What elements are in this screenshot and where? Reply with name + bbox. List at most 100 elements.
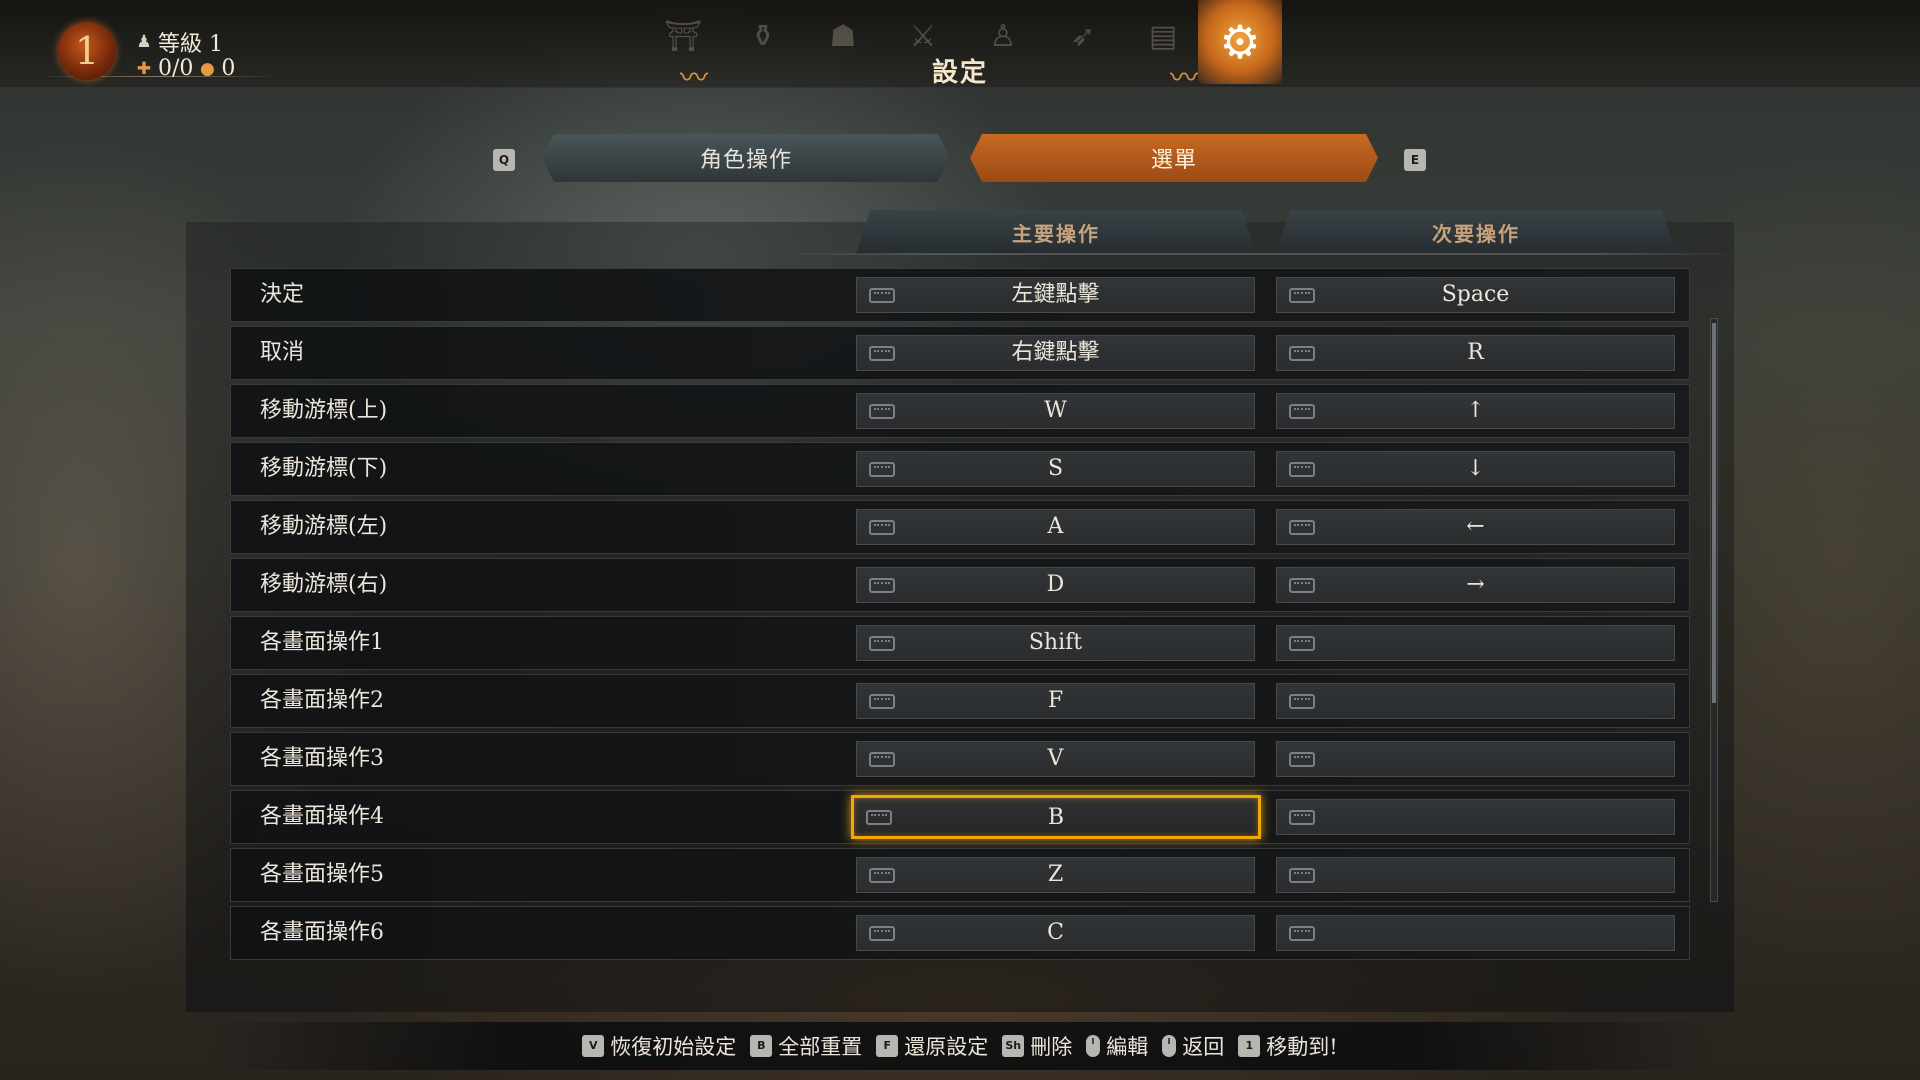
keyboard-icon [1289, 868, 1315, 883]
primary-binding[interactable]: D [856, 567, 1255, 603]
secondary-binding[interactable]: ← [1276, 509, 1675, 545]
keyboard-icon [1289, 694, 1315, 709]
action-label: 移動游標(左) [260, 514, 388, 539]
keyboard-icon [869, 346, 895, 361]
hint-label: 恢復初始設定 [610, 1035, 737, 1059]
scrollbar-thumb[interactable] [1712, 323, 1716, 703]
resources-line: ✚ 0/0 ● 0 [134, 56, 236, 81]
secondary-binding[interactable] [1276, 741, 1675, 777]
hint-edit[interactable]: 編輯 [1086, 1031, 1148, 1061]
keyboard-icon [866, 810, 892, 825]
key-v: V [582, 1035, 605, 1057]
tab-label: 選單 [1150, 148, 1197, 173]
secondary-key: ← [1466, 514, 1485, 539]
action-label: 各畫面操作5 [260, 862, 384, 887]
primary-binding[interactable]: V [856, 741, 1255, 777]
keyboard-icon [869, 694, 895, 709]
secondary-binding[interactable]: R [1276, 335, 1675, 371]
primary-binding[interactable]: Z [856, 857, 1255, 893]
action-label: 各畫面操作6 [260, 920, 384, 945]
action-label: 各畫面操作3 [260, 746, 384, 771]
secondary-binding[interactable] [1276, 857, 1675, 893]
hint-back[interactable]: 返回 [1162, 1031, 1224, 1061]
secondary-key: Space [1441, 282, 1510, 307]
secondary-binding[interactable] [1276, 625, 1675, 661]
bottom-hint-bar: V 恢復初始設定 B 全部重置 F 還原設定 Sh 刪除 編輯 返回 1 移動到… [200, 1022, 1720, 1070]
keyboard-icon [869, 636, 895, 651]
level-number: 1 [74, 29, 100, 73]
primary-binding[interactable]: W [856, 393, 1255, 429]
tab-character-controls[interactable]: 角色操作 [542, 134, 950, 182]
primary-binding[interactable]: 右鍵點擊 [856, 335, 1255, 371]
primary-binding[interactable]: 左鍵點擊 [856, 277, 1255, 313]
binding-row[interactable]: 決定 左鍵點擊 Space [230, 268, 1690, 322]
hint-reset-all[interactable]: B 全部重置 [750, 1031, 862, 1061]
page-title-area: 〰 設定 〰 [680, 52, 1240, 94]
resource-b-value: 0 [221, 56, 236, 81]
keyboard-icon [1289, 810, 1315, 825]
secondary-binding[interactable] [1276, 683, 1675, 719]
hint-label: 全部重置 [778, 1035, 863, 1059]
primary-key: A [1047, 514, 1064, 539]
tab-prev-key[interactable]: Q [493, 149, 515, 171]
primary-key: Shift [1028, 630, 1083, 655]
scrollbar[interactable] [1710, 318, 1718, 902]
binding-row[interactable]: 移動游標(上) W ↑ [230, 384, 1690, 438]
binding-row[interactable]: 各畫面操作4 B [230, 790, 1690, 844]
primary-binding[interactable]: S [856, 451, 1255, 487]
binding-row[interactable]: 各畫面操作6 C [230, 906, 1690, 960]
primary-key: B [1047, 805, 1065, 830]
action-label: 移動游標(上) [260, 398, 388, 423]
keyboard-icon [1289, 462, 1315, 477]
binding-row[interactable]: 各畫面操作3 V [230, 732, 1690, 786]
tab-next-key[interactable]: E [1404, 149, 1426, 171]
mouse-left-icon [1086, 1035, 1101, 1057]
hint-move-to[interactable]: 1 移動到! [1238, 1031, 1338, 1061]
person-icon: ♟ [136, 32, 152, 52]
hint-restore-defaults[interactable]: V 恢復初始設定 [582, 1031, 736, 1061]
action-label: 各畫面操作2 [260, 688, 384, 713]
page-title: 設定 [931, 58, 988, 88]
tab-menu[interactable]: 選單 [970, 134, 1378, 182]
action-label: 決定 [260, 282, 305, 307]
primary-key: Z [1047, 862, 1064, 887]
secondary-binding[interactable]: → [1276, 567, 1675, 603]
primary-key: F [1047, 688, 1064, 713]
secondary-key: ↑ [1466, 398, 1485, 423]
binding-row[interactable]: 各畫面操作5 Z [230, 848, 1690, 902]
secondary-binding[interactable] [1276, 915, 1675, 951]
primary-binding-selected[interactable]: B [851, 795, 1261, 839]
action-label: 移動游標(下) [260, 456, 388, 481]
keyboard-icon [869, 578, 895, 593]
action-label: 各畫面操作1 [260, 630, 384, 655]
binding-row[interactable]: 取消 右鍵點擊 R [230, 326, 1690, 380]
action-label: 取消 [260, 340, 305, 365]
keyboard-icon [1289, 520, 1315, 535]
hint-revert-settings[interactable]: F 還原設定 [876, 1031, 988, 1061]
binding-row[interactable]: 移動游標(左) A ← [230, 500, 1690, 554]
primary-key: C [1047, 920, 1064, 945]
primary-binding[interactable]: C [856, 915, 1255, 951]
primary-binding[interactable]: A [856, 509, 1255, 545]
secondary-binding[interactable]: ↑ [1276, 393, 1675, 429]
keyboard-icon [1289, 288, 1315, 303]
secondary-binding[interactable]: ↓ [1276, 451, 1675, 487]
player-status: 1 ♟ 等級 1 ✚ 0/0 ● 0 [38, 20, 308, 81]
resource-a-value: 0/0 [158, 56, 194, 81]
binding-row[interactable]: 各畫面操作1 Shift [230, 616, 1690, 670]
hint-label: 移動到! [1266, 1035, 1338, 1059]
hint-delete[interactable]: Sh 刪除 [1002, 1031, 1072, 1061]
action-label: 各畫面操作4 [260, 804, 384, 829]
binding-row[interactable]: 移動游標(右) D → [230, 558, 1690, 612]
binding-row[interactable]: 移動游標(下) S ↓ [230, 442, 1690, 496]
primary-binding[interactable]: Shift [856, 625, 1255, 661]
primary-key: D [1046, 572, 1065, 597]
primary-binding[interactable]: F [856, 683, 1255, 719]
header-divider [780, 253, 1735, 255]
column-header-secondary: 次要操作 [1276, 210, 1676, 254]
secondary-binding[interactable]: Space [1276, 277, 1675, 313]
keyboard-icon [869, 868, 895, 883]
binding-row[interactable]: 各畫面操作2 F [230, 674, 1690, 728]
secondary-binding[interactable] [1276, 799, 1675, 835]
keyboard-icon [869, 288, 895, 303]
